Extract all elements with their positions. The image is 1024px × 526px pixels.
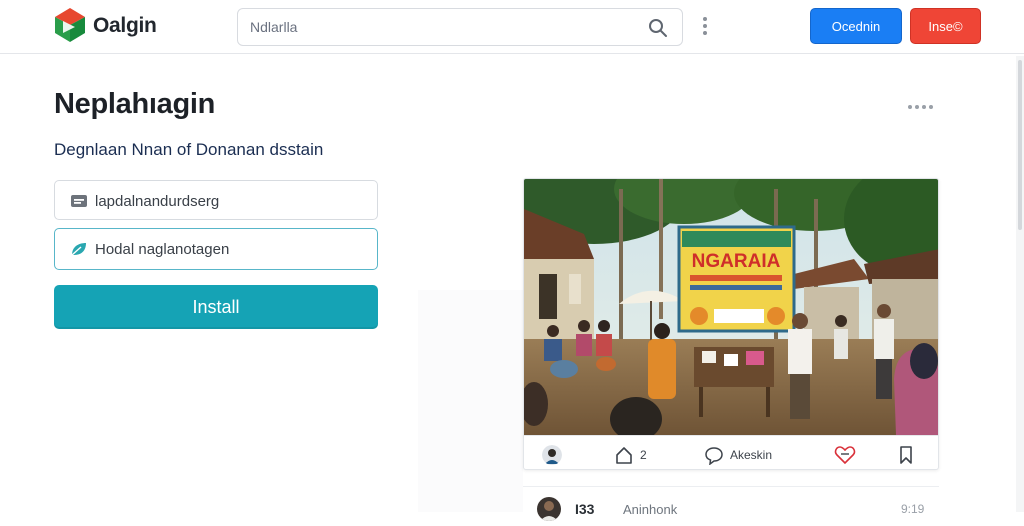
text-input-2[interactable] <box>95 239 365 259</box>
favorite-action[interactable] <box>834 444 856 466</box>
bookmark-icon <box>900 446 912 464</box>
search-bar[interactable] <box>237 8 683 46</box>
avatar-icon <box>540 501 558 521</box>
like-action[interactable]: 2 <box>614 444 647 466</box>
post-actions-bar: 2 Akeskin <box>524 435 938 469</box>
brand-logo-icon[interactable] <box>54 7 86 43</box>
search-icon[interactable] <box>648 18 668 38</box>
leaf-icon <box>71 243 86 256</box>
comment-count: I33 <box>575 501 595 517</box>
heart-icon <box>834 446 856 465</box>
market-photo[interactable]: NGARAIA <box>524 179 939 435</box>
comment-time: 9:19 <box>901 502 925 516</box>
id-card-icon <box>71 195 87 207</box>
bookmark-action[interactable] <box>896 444 916 466</box>
home-icon <box>616 447 632 464</box>
comment-row[interactable]: I33 Aninhonk 9:19 <box>523 486 939 526</box>
brand-name[interactable]: Oalgin <box>93 14 157 38</box>
secondary-action-button[interactable]: Inse© <box>910 8 981 44</box>
post-card: NGARAIA 2 Akeskin <box>523 178 939 470</box>
comment-bubble-icon <box>705 447 723 465</box>
install-button[interactable]: Install <box>54 285 378 329</box>
more-options-icon[interactable] <box>698 15 712 37</box>
comment-label: Akeskin <box>730 448 773 462</box>
scrollbar-thumb[interactable] <box>1018 60 1022 230</box>
text-field-2[interactable] <box>54 228 378 270</box>
search-input[interactable] <box>250 17 630 37</box>
commenter-avatar[interactable] <box>537 497 561 521</box>
avatar-icon <box>542 445 562 465</box>
page-more-icon[interactable] <box>908 96 938 109</box>
text-field-1[interactable] <box>54 180 378 220</box>
top-bar: Oalgin Ocednin Inse© <box>0 0 1024 54</box>
author-avatar-action[interactable] <box>542 444 562 466</box>
banner-text: NGARAIA <box>692 251 781 272</box>
primary-action-button[interactable]: Ocednin <box>810 8 902 44</box>
page-subtitle: Degnlaan Nnan of Donanan dsstain <box>54 140 324 159</box>
background-panel <box>418 290 523 512</box>
like-count: 2 <box>640 448 647 462</box>
comment-action[interactable]: Akeskin <box>704 444 772 466</box>
commenter-name[interactable]: Aninhonk <box>623 502 677 517</box>
text-input-1[interactable] <box>95 191 365 211</box>
page-title: Neplahıagin <box>54 88 216 120</box>
